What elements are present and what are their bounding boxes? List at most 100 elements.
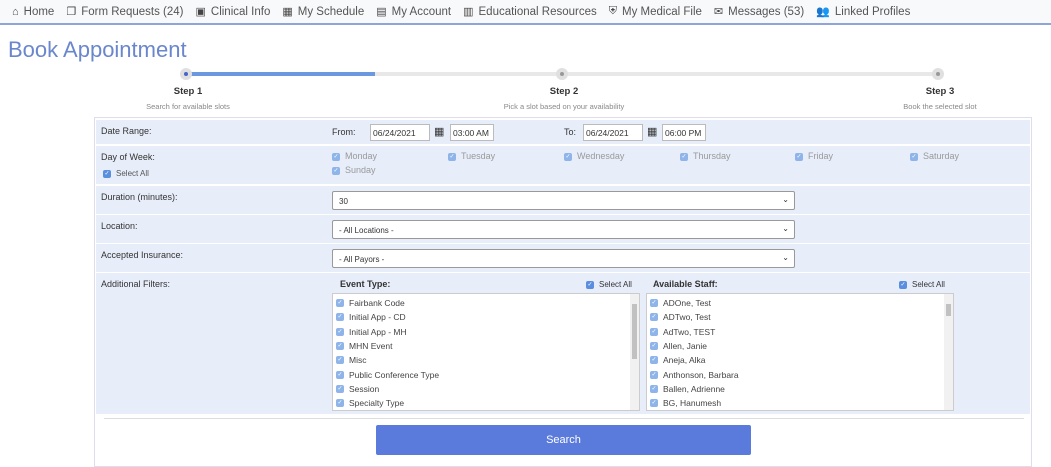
day-of-week-label: Day of Week: — [101, 152, 155, 162]
nav-label: My Schedule — [297, 5, 365, 18]
day-label: Friday — [808, 151, 834, 161]
item-label: ADOne, Test — [663, 298, 712, 309]
nav-item-my-account[interactable]: ▤ My Account — [376, 5, 451, 19]
event-type-select-all[interactable]: ✓ Select All — [586, 280, 632, 289]
day-checkbox-sunday[interactable]: ✓ Sunday — [332, 165, 376, 175]
step-subtitle: Book the selected slot — [903, 102, 977, 111]
item-label: Ballen, Adrienne — [663, 383, 725, 394]
nav-item-my-medical-file[interactable]: ⛨ My Medical File — [609, 5, 702, 18]
duration-value: 30 — [339, 197, 348, 206]
day-label: Wednesday — [577, 151, 625, 161]
list-item[interactable]: ✓ Public Conference Type — [333, 367, 639, 381]
day-checkbox-friday[interactable]: ✓ Friday — [795, 151, 833, 161]
list-item[interactable]: ✓ BG, Hanumesh — [647, 396, 953, 410]
checkbox-checked-icon: ✓ — [336, 399, 344, 408]
list-item[interactable]: ✓ ADOne, Test — [647, 296, 953, 310]
to-time-input[interactable]: 06:00 PM — [662, 124, 706, 141]
item-label: Initial App - CD — [349, 312, 406, 323]
list-item[interactable]: ✓ Anthonson, Barbara — [647, 367, 953, 381]
duration-select[interactable]: 30 ⌄ — [332, 191, 795, 210]
item-label: Public Conference Type — [349, 369, 440, 380]
list-item[interactable]: ✓ Initial App - MH — [333, 325, 639, 339]
from-date-input[interactable]: 06/24/2021 — [370, 124, 430, 141]
select-all-label: Select All — [116, 169, 149, 178]
list-item[interactable]: ✓ Session — [333, 382, 639, 396]
insurance-select[interactable]: - All Payors - ⌄ — [332, 249, 795, 268]
nav-item-linked-profiles[interactable]: 👥 Linked Profiles — [816, 5, 911, 19]
checkbox-checked-icon: ✓ — [650, 327, 658, 336]
nav-item-my-schedule[interactable]: ▦ My Schedule — [282, 5, 365, 19]
checkbox-checked-icon: ✓ — [899, 280, 907, 289]
staff-select-all[interactable]: ✓ Select All — [899, 280, 945, 289]
checkbox-checked-icon: ✓ — [103, 169, 111, 178]
event-type-list[interactable]: ✓ Fairbank Code ✓ Initial App - CD ✓ Initial … — [332, 293, 640, 411]
step-title: Step 3 — [925, 86, 955, 97]
list-item[interactable]: ✓ Specialty Type — [333, 396, 639, 410]
day-checkbox-monday[interactable]: ✓ Monday — [332, 151, 377, 161]
item-label: AdTwo, TEST — [663, 326, 716, 337]
from-time-input[interactable]: 03:00 AM — [450, 124, 494, 141]
checkbox-checked-icon: ✓ — [680, 152, 688, 161]
item-label: Aneja, Alka — [663, 355, 706, 366]
chevron-down-icon: ⌄ — [782, 253, 789, 262]
day-checkbox-thursday[interactable]: ✓ Thursday — [680, 151, 731, 161]
step-1-label: Step 1 Search for available slots — [88, 86, 288, 111]
step-2-label: Step 2 Pick a slot based on your availabi… — [464, 86, 664, 111]
nav-item-clinical-info[interactable]: ▣ Clinical Info — [195, 5, 270, 19]
calendar-icon[interactable]: ▦ — [647, 125, 657, 138]
list-item[interactable]: ✓ Ballen, Adrienne — [647, 382, 953, 396]
day-label: Monday — [345, 151, 378, 161]
nav-label: Form Requests (24) — [81, 5, 184, 18]
nav-item-messages[interactable]: ✉ Messages (53) — [714, 5, 804, 19]
scrollbar[interactable] — [944, 294, 953, 410]
list-item[interactable]: ✓ Misc — [333, 353, 639, 367]
to-label: To: — [564, 127, 577, 137]
item-label: Anthonson, Barbara — [663, 369, 739, 380]
nav-item-educational-resources[interactable]: ▥ Educational Resources — [463, 5, 597, 19]
additional-filters-label: Additional Filters: — [101, 279, 171, 289]
day-checkbox-wednesday[interactable]: ✓ Wednesday — [564, 151, 624, 161]
list-item[interactable]: ✓ MHN Event — [333, 339, 639, 353]
day-checkbox-tuesday[interactable]: ✓ Tuesday — [448, 151, 495, 161]
list-item[interactable]: ✓ AdTwo, TEST — [647, 325, 953, 339]
item-label: BG, Hanumesh — [663, 398, 722, 409]
checkbox-checked-icon: ✓ — [650, 399, 658, 408]
duration-row: Duration (minutes): 30 ⌄ — [96, 186, 1030, 214]
select-all-label: Select All — [599, 280, 632, 289]
calendar-icon[interactable]: ▦ — [434, 125, 444, 138]
divider — [104, 418, 1024, 419]
staff-list[interactable]: ✓ ADOne, Test ✓ ADTwo, Test ✓ AdTwo, TEST ✓ All… — [646, 293, 954, 411]
checkbox-checked-icon: ✓ — [910, 152, 918, 161]
calendar-icon: ▦ — [282, 6, 293, 18]
item-label: Fairbank Code — [349, 298, 405, 309]
top-nav: ⌂ Home ❐ Form Requests (24) ▣ Clinical Info ▦ M… — [0, 0, 1051, 25]
list-item[interactable]: ✓ Initial App - CD — [333, 310, 639, 324]
nav-label: Linked Profiles — [834, 5, 911, 18]
location-value: - All Locations - — [339, 226, 394, 235]
checkbox-checked-icon: ✓ — [795, 152, 803, 161]
step-title: Step 1 — [173, 86, 203, 97]
available-staff-label: Available Staff: — [653, 279, 718, 289]
nav-item-form-requests[interactable]: ❐ Form Requests (24) — [66, 5, 184, 19]
list-item[interactable]: ✓ Aneja, Alka — [647, 353, 953, 367]
insurance-row: Accepted Insurance: - All Payors - ⌄ — [96, 244, 1030, 272]
location-select[interactable]: - All Locations - ⌄ — [332, 220, 795, 239]
nav-label: Home — [23, 5, 55, 18]
nav-item-home[interactable]: ⌂ Home — [12, 6, 54, 18]
user-plus-icon: 👥 — [816, 6, 830, 18]
day-checkbox-saturday[interactable]: ✓ Saturday — [910, 151, 959, 161]
account-icon: ▤ — [376, 6, 387, 18]
checkbox-checked-icon: ✓ — [336, 370, 344, 379]
checkbox-checked-icon: ✓ — [564, 152, 572, 161]
list-item[interactable]: ✓ Fairbank Code — [333, 296, 639, 310]
days-select-all[interactable]: ✓ Select All — [103, 169, 149, 178]
scrollbar[interactable] — [630, 294, 639, 410]
copy-icon: ❐ — [66, 6, 77, 18]
list-item[interactable]: ✓ ADTwo, Test — [647, 310, 953, 324]
checkbox-checked-icon: ✓ — [650, 342, 658, 351]
step-2-dot — [556, 68, 568, 80]
list-item[interactable]: ✓ Allen, Janie — [647, 339, 953, 353]
day-of-week-row: Day of Week: ✓ Select All ✓ Monday ✓ Tuesday… — [96, 146, 1030, 184]
search-button[interactable]: Search — [376, 425, 751, 455]
to-date-input[interactable]: 06/24/2021 — [583, 124, 643, 141]
